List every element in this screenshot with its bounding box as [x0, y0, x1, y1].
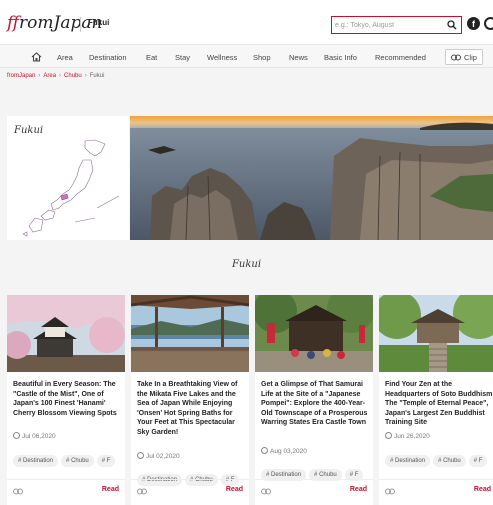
- card-date: Jul 06,2020: [13, 432, 56, 440]
- card-tags: # Destination # Chubu # F: [13, 449, 125, 467]
- clock-icon: [261, 447, 268, 454]
- breadcrumb-chubu[interactable]: Chubu: [64, 73, 82, 79]
- tag-chubu[interactable]: # Chubu: [433, 455, 466, 467]
- breadcrumb: fromJapan › Area › Chubu › Fukui: [7, 73, 104, 79]
- clip-icon: [451, 54, 461, 61]
- clip-button[interactable]: Clip: [445, 49, 483, 65]
- map-title: Fukui: [14, 125, 44, 136]
- breadcrumb-current: Fukui: [89, 73, 105, 79]
- header-divider: [80, 17, 81, 32]
- nav-item-area[interactable]: Area: [57, 53, 73, 62]
- clip-label: Clip: [464, 53, 477, 62]
- web-icon[interactable]: [484, 17, 493, 30]
- card-title[interactable]: Beautiful in Every Season: The "Castle o…: [13, 380, 123, 418]
- read-button[interactable]: Read: [226, 486, 243, 493]
- japan-map-icon: [22, 139, 120, 237]
- nav-item-news[interactable]: News: [289, 53, 308, 62]
- card-date-text: Aug 03,2020: [270, 448, 307, 455]
- card-title[interactable]: Get a Glimpse of That Samurai Life at th…: [261, 380, 371, 428]
- nav-item-stay[interactable]: Stay: [175, 53, 190, 62]
- read-button[interactable]: Read: [350, 486, 367, 493]
- card-footer: Read: [131, 479, 249, 505]
- nav-item-basic-info[interactable]: Basic Info: [324, 53, 357, 62]
- breadcrumb-chevron-icon: ›: [84, 73, 87, 79]
- card-date-text: Jul 02,2020: [146, 453, 180, 460]
- tag-chubu[interactable]: # Chubu: [61, 455, 94, 467]
- map-panel: Fukui: [7, 116, 129, 240]
- card-thumbnail[interactable]: [255, 295, 373, 372]
- read-button[interactable]: Read: [474, 486, 491, 493]
- nav-item-eat[interactable]: Eat: [146, 53, 157, 62]
- clip-icon[interactable]: [137, 488, 147, 495]
- search-box[interactable]: [331, 16, 462, 34]
- breadcrumb-home[interactable]: fromJapan: [7, 73, 35, 79]
- tag-more[interactable]: # F: [468, 455, 488, 467]
- tag-more[interactable]: # F: [96, 455, 116, 467]
- region-name: Fukui: [88, 18, 110, 27]
- tag-destination[interactable]: # Destination: [385, 455, 431, 467]
- home-icon[interactable]: [31, 52, 42, 62]
- hero-photo: [130, 116, 493, 240]
- article-card[interactable]: Take In a Breathtaking View of the Mikat…: [131, 295, 249, 505]
- clock-icon: [13, 432, 20, 439]
- main-nav: Area Destination Eat Stay Wellness Shop …: [0, 44, 493, 68]
- nav-item-shop[interactable]: Shop: [253, 53, 271, 62]
- nav-item-destination[interactable]: Destination: [89, 53, 127, 62]
- card-title[interactable]: Take In a Breathtaking View of the Mikat…: [137, 380, 247, 438]
- breadcrumb-chevron-icon: ›: [38, 73, 41, 79]
- article-card[interactable]: Get a Glimpse of That Samurai Life at th…: [255, 295, 373, 505]
- search-input[interactable]: [335, 19, 445, 32]
- card-thumbnail[interactable]: [379, 295, 493, 372]
- card-footer: Read: [255, 479, 373, 505]
- section-title: Fukui: [231, 259, 262, 270]
- facebook-icon[interactable]: f: [467, 17, 480, 30]
- nav-item-wellness[interactable]: Wellness: [207, 53, 237, 62]
- card-date-text: Jul 06,2020: [22, 433, 56, 440]
- clip-icon[interactable]: [13, 488, 23, 495]
- breadcrumb-chevron-icon: ›: [59, 73, 62, 79]
- breadcrumb-area[interactable]: Area: [43, 73, 56, 79]
- article-card[interactable]: Find Your Zen at the Headquarters of Sot…: [379, 295, 493, 505]
- article-card[interactable]: Beautiful in Every Season: The "Castle o…: [7, 295, 125, 505]
- nav-item-recommended[interactable]: Recommended: [375, 53, 426, 62]
- card-date: Aug 03,2020: [261, 447, 307, 455]
- card-date-text: Jun 26,2020: [394, 433, 430, 440]
- site-header: ffromJapan Fukui f: [0, 0, 493, 44]
- clock-icon: [137, 452, 144, 459]
- clock-icon: [385, 432, 392, 439]
- tag-destination[interactable]: # Destination: [13, 455, 59, 467]
- card-tags: # Destination # Chubu # F: [385, 449, 493, 467]
- card-footer: Read: [7, 479, 125, 505]
- hero-banner: Fukui: [7, 116, 493, 240]
- card-date: Jun 26,2020: [385, 432, 430, 440]
- read-button[interactable]: Read: [102, 486, 119, 493]
- card-footer: Read: [379, 479, 493, 505]
- clip-icon[interactable]: [261, 488, 271, 495]
- clip-icon[interactable]: [385, 488, 395, 495]
- card-thumbnail[interactable]: [131, 295, 249, 372]
- card-date: Jul 02,2020: [137, 452, 180, 460]
- search-icon[interactable]: [447, 20, 457, 30]
- card-thumbnail[interactable]: [7, 295, 125, 372]
- card-title[interactable]: Find Your Zen at the Headquarters of Sot…: [385, 380, 493, 428]
